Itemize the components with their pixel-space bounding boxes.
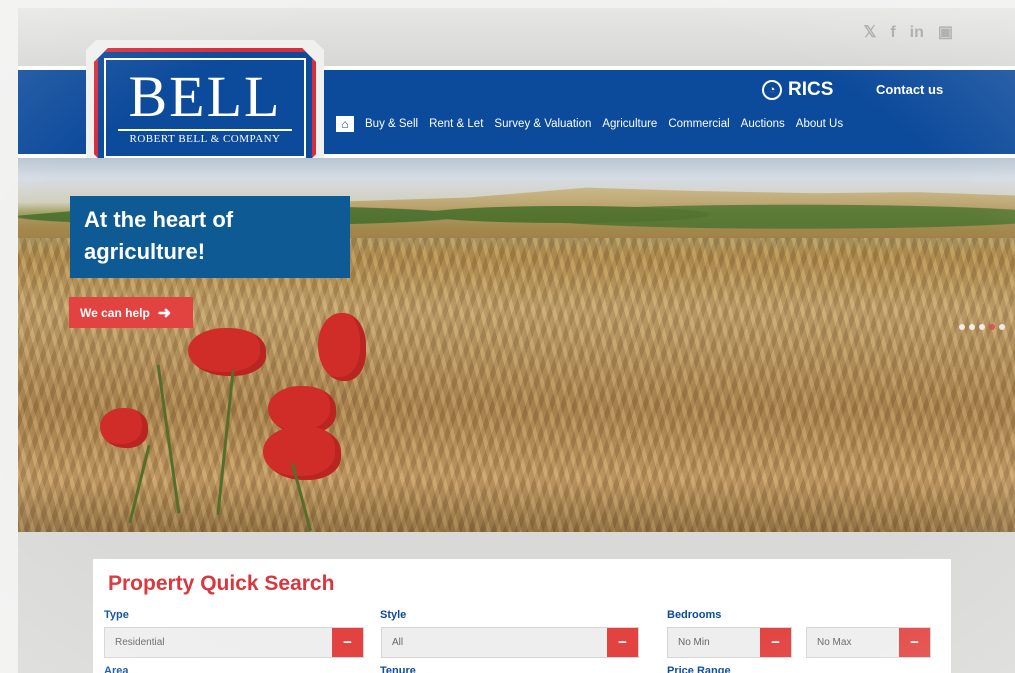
slider-dot[interactable] <box>979 324 985 330</box>
linkedin-icon[interactable]: in <box>910 24 924 42</box>
slider-dot-active[interactable] <box>989 324 995 330</box>
bedrooms-label: Bedrooms <box>667 609 722 621</box>
facebook-icon[interactable]: f <box>890 24 895 42</box>
social-links: 𝕏 f in ▣ <box>863 24 953 42</box>
poppy-flower <box>263 426 341 480</box>
home-icon[interactable]: ⌂ <box>336 116 354 132</box>
property-quick-search-panel: Property Quick Search Type Residential −… <box>93 559 951 673</box>
poppy-flower <box>188 328 266 376</box>
price-range-label: Price Range <box>667 665 731 673</box>
nav-auctions[interactable]: Auctions <box>741 118 785 130</box>
brand-logo[interactable]: BELL ROBERT BELL & COMPANY <box>86 40 324 176</box>
type-dropdown-icon[interactable]: − <box>332 628 363 657</box>
hero-title-line-1: At the heart of <box>84 207 234 232</box>
we-can-help-label: We can help <box>80 305 150 320</box>
poppy-flower <box>318 313 366 381</box>
main-nav: ⌂ Buy & Sell Rent & Let Survey & Valuati… <box>336 116 843 132</box>
hero-title-box: At the heart of agriculture! <box>70 196 350 278</box>
bedrooms-min-dropdown-icon[interactable]: − <box>760 628 791 657</box>
nav-survey-valuation[interactable]: Survey & Valuation <box>494 118 591 130</box>
nav-commercial[interactable]: Commercial <box>668 118 729 130</box>
style-select[interactable]: All − <box>381 627 639 658</box>
bedrooms-max-dropdown-icon[interactable]: − <box>899 628 930 657</box>
logo-main-text: BELL <box>128 64 282 129</box>
rics-icon: ◔ <box>762 80 782 100</box>
poppy-flower <box>100 408 148 448</box>
bedrooms-max-select[interactable]: No Max − <box>806 627 931 658</box>
rics-label: RICS <box>788 79 834 100</box>
nav-buy-sell[interactable]: Buy & Sell <box>365 118 418 130</box>
logo-inner: BELL ROBERT BELL & COMPANY <box>104 58 306 158</box>
slider-dot[interactable] <box>999 324 1005 330</box>
style-value: All <box>392 637 404 648</box>
rics-badge[interactable]: ◔ RICS <box>762 79 833 101</box>
search-title: Property Quick Search <box>108 572 335 595</box>
slider-dot[interactable] <box>969 324 975 330</box>
nav-agriculture[interactable]: Agriculture <box>602 118 657 130</box>
we-can-help-button[interactable]: We can help ➜ <box>69 297 193 328</box>
twitter-icon[interactable]: 𝕏 <box>863 24 876 42</box>
area-label: Area <box>104 665 129 673</box>
website-page: 𝕏 f in ▣ BELL ROBERT BELL & COMPANY ◔ RI… <box>18 8 1015 673</box>
type-label: Type <box>104 609 129 621</box>
logo-rule <box>118 129 292 131</box>
nav-about-us[interactable]: About Us <box>796 118 843 130</box>
bedrooms-min-select[interactable]: No Min − <box>667 627 792 658</box>
wheat-field <box>18 238 1015 532</box>
hero-title-line-2: agriculture! <box>84 239 206 264</box>
style-label: Style <box>380 609 407 621</box>
arrow-right-icon: ➜ <box>157 304 172 322</box>
bedrooms-min-value: No Min <box>678 637 710 648</box>
type-select[interactable]: Residential − <box>104 627 364 658</box>
youtube-icon[interactable]: ▣ <box>938 24 953 42</box>
logo-sub-text: ROBERT BELL & COMPANY <box>129 133 281 145</box>
nav-rent-let[interactable]: Rent & Let <box>429 118 483 130</box>
bedrooms-max-value: No Max <box>817 637 852 648</box>
style-dropdown-icon[interactable]: − <box>607 628 638 657</box>
tenure-label: Tenure <box>380 665 416 673</box>
contact-link[interactable]: Contact us <box>876 82 943 97</box>
type-value: Residential <box>115 637 165 648</box>
slider-dot[interactable] <box>959 324 965 330</box>
slider-dots <box>959 324 1005 330</box>
logo-badge: BELL ROBERT BELL & COMPANY <box>94 48 316 168</box>
